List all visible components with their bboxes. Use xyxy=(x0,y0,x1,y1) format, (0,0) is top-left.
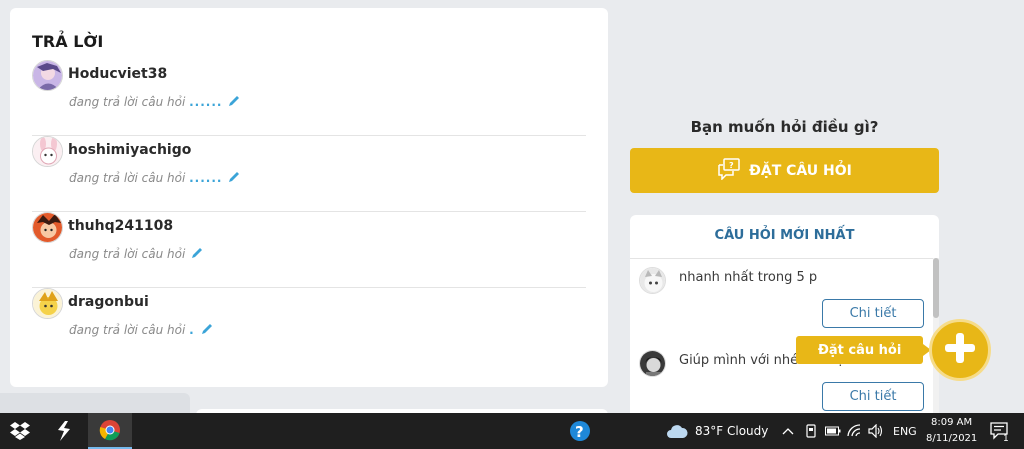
ask-question-button[interactable]: ? ĐẶT CÂU HỎI xyxy=(630,148,939,193)
typing-dots: ...... xyxy=(189,95,223,109)
clock-date[interactable]: 8/11/2021 xyxy=(926,433,977,444)
avatar[interactable] xyxy=(32,288,63,319)
answers-panel: TRẢ LỜI Hoducviet38 đang trả lời câu hỏi… xyxy=(10,8,608,387)
question-item: nhanh nhất trong 5 p Chi tiết xyxy=(630,259,939,339)
chat-icon: ? xyxy=(717,157,749,184)
avatar[interactable] xyxy=(32,212,63,243)
username[interactable]: dragonbui xyxy=(68,294,149,310)
avatar[interactable] xyxy=(639,350,666,377)
svg-text:?: ? xyxy=(575,423,584,441)
ask-heading: Bạn muốn hỏi điều gì? xyxy=(690,118,879,136)
avatar[interactable] xyxy=(639,267,666,294)
answer-item: Hoducviet38 đang trả lời câu hỏi ...... xyxy=(32,60,586,136)
help-icon[interactable]: ? xyxy=(566,413,594,449)
pencil-icon xyxy=(191,247,203,262)
status-text: đang trả lời câu hỏi xyxy=(69,323,186,337)
fab-tooltip[interactable]: Đặt câu hỏi xyxy=(796,336,932,364)
add-question-fab[interactable] xyxy=(929,319,991,381)
dropbox-icon[interactable] xyxy=(6,413,34,449)
answer-item: hoshimiyachigo đang trả lời câu hỏi ....… xyxy=(32,136,586,212)
answer-status: đang trả lời câu hỏi xyxy=(69,247,203,262)
answer-status: đang trả lời câu hỏi ...... xyxy=(69,95,240,110)
plus-icon xyxy=(943,331,977,369)
language-indicator[interactable]: ENG xyxy=(893,425,917,438)
username[interactable]: hoshimiyachigo xyxy=(68,142,191,158)
device-icon[interactable] xyxy=(803,413,819,449)
chrome-icon[interactable] xyxy=(88,413,132,449)
status-text: đang trả lời câu hỏi xyxy=(69,95,186,109)
username[interactable]: Hoducviet38 xyxy=(68,66,167,82)
latest-questions-title: CÂU HỎI MỚI NHẤT xyxy=(714,228,855,243)
svg-text:?: ? xyxy=(729,161,734,170)
cloud-icon[interactable] xyxy=(664,413,690,449)
typing-dots: . xyxy=(189,323,195,337)
chevron-up-icon[interactable] xyxy=(780,413,796,449)
status-text: đang trả lời câu hỏi xyxy=(69,171,186,185)
detail-button[interactable]: Chi tiết xyxy=(822,382,924,411)
typing-dots: ...... xyxy=(189,171,223,185)
app-icon[interactable] xyxy=(50,413,78,449)
answer-status: đang trả lời câu hỏi ...... xyxy=(69,171,240,186)
answer-status: đang trả lời câu hỏi . xyxy=(69,323,213,338)
scrollbar-thumb[interactable] xyxy=(933,258,939,318)
avatar[interactable] xyxy=(32,60,63,91)
ask-button-label: ĐẶT CÂU HỎI xyxy=(749,162,852,179)
answer-item: thuhq241108 đang trả lời câu hỏi xyxy=(32,212,586,288)
pencil-icon xyxy=(228,95,240,110)
username[interactable]: thuhq241108 xyxy=(68,218,173,234)
bottom-tab-strip xyxy=(0,393,190,415)
notification-count: 1 xyxy=(1003,434,1009,444)
volume-icon[interactable] xyxy=(867,413,885,449)
avatar[interactable] xyxy=(32,136,63,167)
detail-button[interactable]: Chi tiết xyxy=(822,299,924,328)
battery-icon[interactable] xyxy=(824,413,842,449)
answers-title: TRẢ LỜI xyxy=(32,32,104,51)
status-text: đang trả lời câu hỏi xyxy=(69,247,186,261)
question-text[interactable]: nhanh nhất trong 5 p xyxy=(679,270,817,285)
latest-questions-panel: CÂU HỎI MỚI NHẤT nhanh nhất trong 5 p Ch… xyxy=(630,215,939,425)
clock-time[interactable]: 8:09 AM xyxy=(931,417,972,428)
answer-item: dragonbui đang trả lời câu hỏi . xyxy=(32,288,586,364)
weather-text[interactable]: 83°F Cloudy xyxy=(695,424,768,438)
pencil-icon xyxy=(228,171,240,186)
pencil-icon xyxy=(201,323,213,338)
wifi-icon[interactable] xyxy=(846,413,864,449)
taskbar: ? 83°F Cloudy ENG 8:09 AM 8/11/2021 1 xyxy=(0,413,1024,449)
